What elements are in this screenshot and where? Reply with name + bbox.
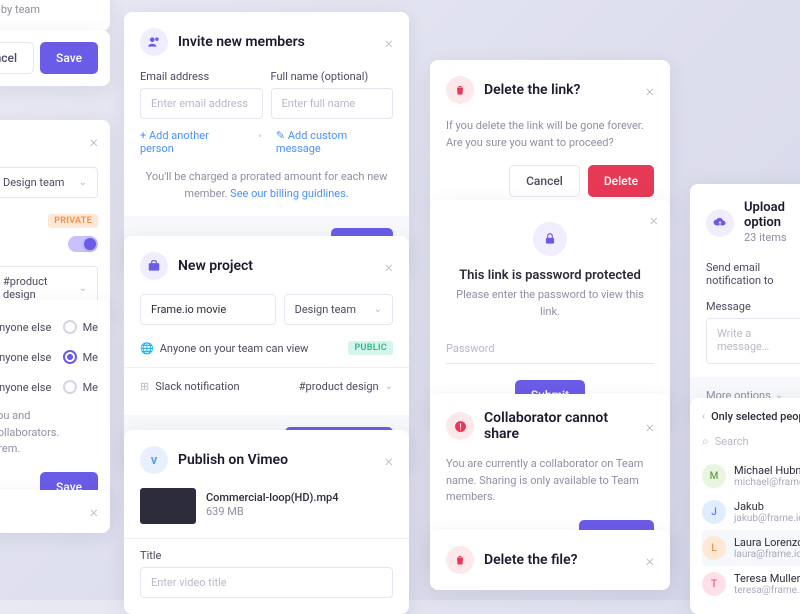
video-thumbnail: [140, 488, 196, 524]
file-name: Commercial-loop(HD).mp4: [206, 491, 338, 504]
trash-icon: [446, 546, 474, 574]
close-icon-2[interactable]: ×: [90, 502, 98, 521]
design-team-select[interactable]: Design team⌄: [0, 167, 98, 198]
user-row[interactable]: L Laura Lorenzolaura@frame.io: [702, 530, 800, 566]
close-icon[interactable]: ×: [646, 81, 654, 100]
globe-icon: 🌐: [140, 342, 154, 355]
delete-link-body: If you delete the link will be gone fore…: [446, 118, 654, 151]
collab-title: Collaborator cannot share: [484, 410, 636, 442]
upload-title: Upload option: [744, 200, 800, 230]
new-project-title: New project: [178, 258, 375, 274]
cancel-button[interactable]: Cancel: [509, 165, 580, 197]
search-input[interactable]: [715, 431, 800, 452]
add-person-link[interactable]: + Add another person: [140, 129, 244, 155]
user-name: Teresa Muller: [734, 572, 800, 585]
warning-icon: [446, 412, 474, 440]
cancel-button[interactable]: ancel: [0, 42, 34, 74]
cloud-upload-icon: [706, 209, 734, 237]
vimeo-title: Publish on Vimeo: [178, 452, 375, 468]
close-icon[interactable]: ×: [90, 132, 98, 151]
email-label: Email address: [140, 70, 263, 83]
project-name-input[interactable]: [140, 294, 276, 325]
slack-tag-select[interactable]: #product design⌄: [299, 380, 393, 393]
user-email: jakub@frame.io: [734, 513, 800, 524]
delete-button[interactable]: Delete: [588, 165, 654, 197]
delete-file-title: Delete the file?: [484, 552, 636, 568]
avatar: J: [702, 500, 726, 524]
save-button[interactable]: Save: [40, 42, 98, 74]
collab-body: You are currently a collaborator on Team…: [446, 456, 654, 506]
avatar: L: [702, 536, 726, 560]
send-label: Send email notification to: [706, 261, 800, 287]
delete-link-title: Delete the link?: [484, 82, 636, 98]
anyone-else-label: Anyone else: [0, 321, 51, 334]
add-msg-link[interactable]: ✎ Add custom message: [276, 129, 393, 155]
view-note: Anyone on your team can view: [160, 342, 309, 355]
close-icon[interactable]: ×: [646, 551, 654, 570]
pwd-sub: Please enter the password to view this l…: [446, 287, 654, 320]
search-icon: ⌕: [702, 434, 709, 449]
name-label: Full name (optional): [271, 70, 394, 83]
close-icon[interactable]: ×: [646, 417, 654, 436]
user-email: teresa@frame.io: [734, 585, 800, 596]
team-select[interactable]: Design team⌄: [284, 294, 393, 325]
avatar: M: [702, 464, 726, 488]
people-icon: [140, 28, 168, 56]
close-icon[interactable]: ×: [650, 210, 658, 229]
pwd-title: This link is password protected: [446, 268, 654, 283]
name-input[interactable]: [271, 88, 394, 119]
radio-off[interactable]: [63, 320, 77, 334]
invite-title: Invite new members: [178, 34, 375, 50]
private-badge: PRIVATE: [48, 214, 98, 228]
user-name: Jakub: [734, 500, 800, 513]
by-team-text: d by team: [0, 2, 98, 19]
msg-label: Message: [706, 300, 800, 313]
toggle-switch[interactable]: [68, 236, 98, 252]
chevron-left-icon: ‹: [702, 411, 705, 422]
user-name: Laura Lorenzo: [734, 536, 800, 549]
close-icon[interactable]: ×: [385, 257, 393, 276]
user-name: Michael Hubner: [734, 464, 800, 477]
email-input[interactable]: [140, 88, 263, 119]
file-size: 639 MB: [206, 504, 338, 521]
radio-on[interactable]: [63, 350, 77, 364]
avatar: T: [702, 572, 726, 596]
billing-link[interactable]: See our billing guidlines.: [230, 187, 349, 200]
vimeo-icon: v: [140, 446, 168, 474]
lock-icon: [533, 222, 567, 256]
user-email: michael@frame.io: [734, 477, 800, 488]
charge-note: You'll be charged a prorated amount for …: [140, 169, 393, 202]
user-row[interactable]: M Michael Hubnermichael@frame.io: [702, 458, 800, 494]
briefcase-icon: [140, 252, 168, 280]
slack-label: Slack notification: [155, 380, 239, 393]
close-icon[interactable]: ×: [385, 451, 393, 470]
message-textarea[interactable]: [706, 318, 800, 364]
trash-icon: [446, 76, 474, 104]
people-header[interactable]: ‹Only selected people: [702, 410, 800, 423]
password-input[interactable]: [446, 334, 654, 364]
user-email: laura@frame.io: [734, 549, 800, 560]
close-icon[interactable]: ×: [385, 33, 393, 52]
upload-count: 23 items: [744, 230, 800, 247]
video-title-input[interactable]: [140, 567, 393, 598]
user-row[interactable]: J Jakubjakub@frame.io: [702, 494, 800, 530]
public-badge: PUBLIC: [348, 341, 393, 355]
slack-icon: ⊞: [140, 380, 149, 393]
user-row[interactable]: T Teresa Mullerteresa@frame.io: [702, 566, 800, 602]
title-label: Title: [140, 549, 393, 562]
